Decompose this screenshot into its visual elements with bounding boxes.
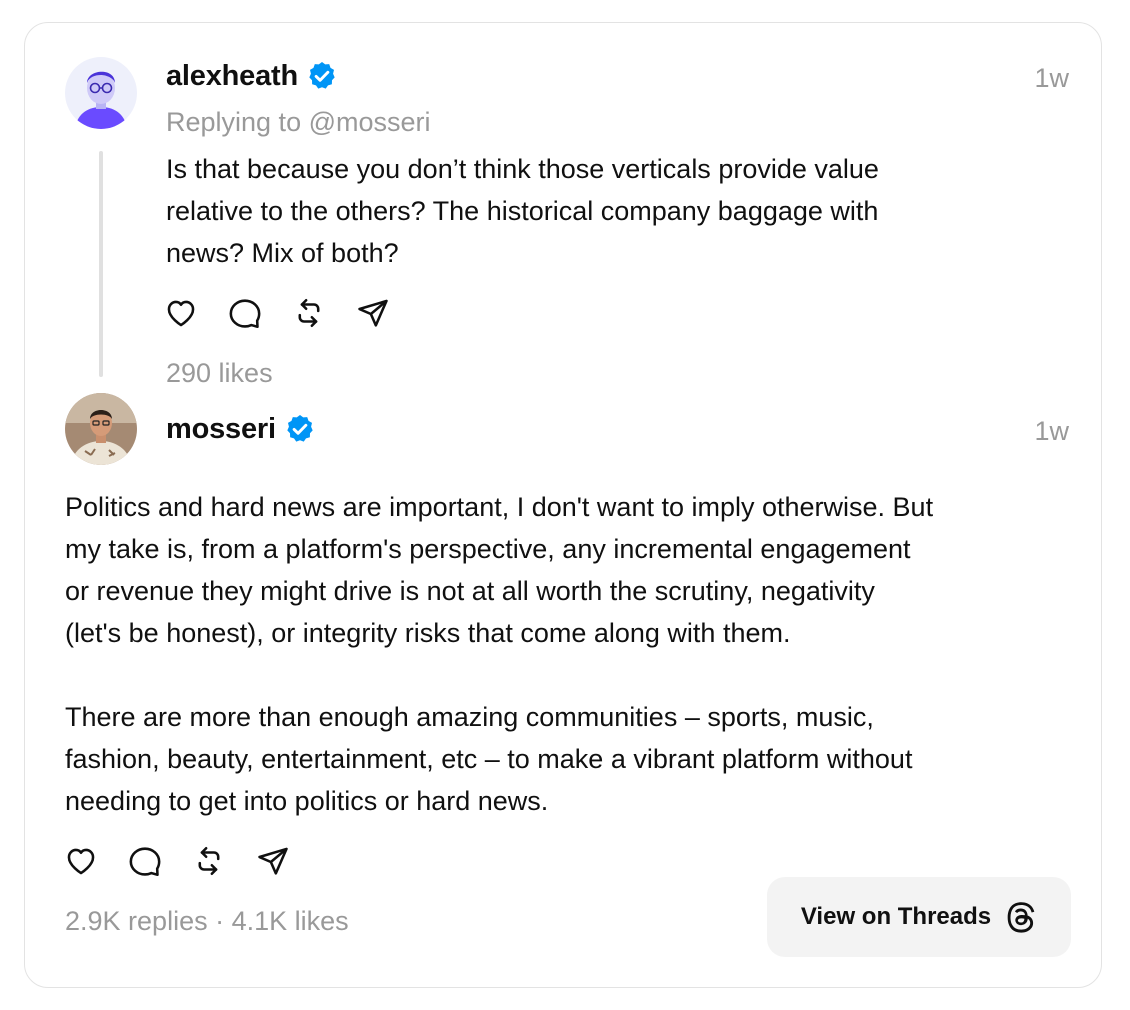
share-button[interactable]: [355, 295, 391, 331]
reply-action-bar: [163, 295, 391, 331]
heart-icon: [167, 300, 195, 327]
main-post-text: Politics and hard news are important, I …: [65, 492, 934, 816]
reply-post-text: Is that because you don’t think those ve…: [166, 154, 879, 268]
reply-author-row: alexheath: [166, 59, 338, 93]
comment-button[interactable]: [227, 295, 263, 331]
comment-icon: [229, 299, 261, 329]
username-mosseri[interactable]: mosseri: [166, 412, 276, 446]
view-on-threads-label: View on Threads: [800, 903, 992, 930]
threads-logo-icon: [1007, 902, 1035, 933]
replying-to-label[interactable]: Replying to @mosseri: [166, 106, 431, 138]
repost-icon: [198, 846, 220, 876]
comment-button[interactable]: [127, 843, 163, 879]
repost-icon: [298, 298, 320, 328]
like-button[interactable]: [163, 295, 199, 331]
share-icon: [358, 299, 388, 327]
comment-icon: [129, 847, 161, 877]
main-timestamp: 1w: [1034, 416, 1069, 446]
reply-timestamp: 1w: [1034, 63, 1069, 93]
heart-icon: [67, 848, 95, 875]
avatar-alexheath[interactable]: [65, 57, 137, 129]
main-post-stats[interactable]: 2.9K replies · 4.1K likes: [65, 905, 349, 937]
like-button[interactable]: [63, 843, 99, 879]
share-button[interactable]: [255, 843, 291, 879]
username-alexheath[interactable]: alexheath: [166, 59, 298, 93]
main-author-row: mosseri: [166, 412, 316, 446]
repost-button[interactable]: [191, 843, 227, 879]
main-action-bar: [63, 843, 291, 879]
view-on-threads-button[interactable]: View on Threads: [767, 877, 1071, 957]
reply-likes-count[interactable]: 290 likes: [166, 357, 273, 389]
verified-badge-icon: [284, 413, 316, 445]
share-icon: [258, 847, 288, 875]
avatar-mosseri[interactable]: [65, 393, 137, 465]
repost-button[interactable]: [291, 295, 327, 331]
verified-badge-icon: [306, 60, 338, 92]
thread-connector-line: [99, 151, 103, 377]
threads-embed-card: alexheath 1w Replying to @mosseri Is tha…: [24, 22, 1102, 988]
